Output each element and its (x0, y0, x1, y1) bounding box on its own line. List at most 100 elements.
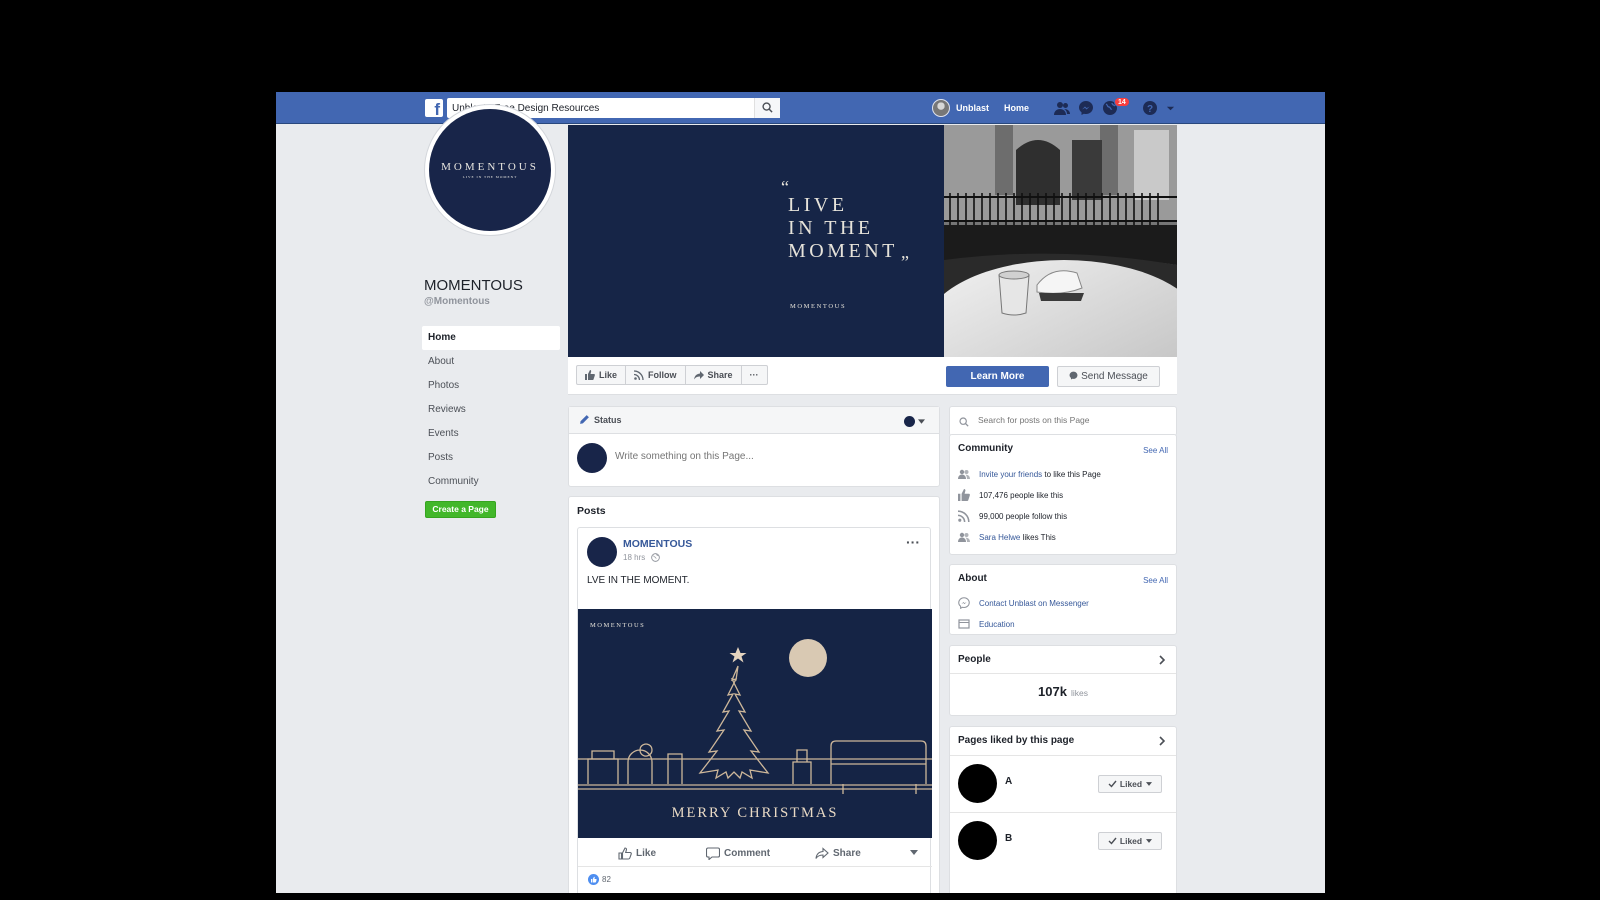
like-page-button[interactable]: Like (577, 366, 627, 384)
search-button[interactable] (754, 98, 780, 118)
nav-item-home[interactable]: Home (422, 326, 560, 350)
cover-photo-quote[interactable]: “ LIVE IN THE MOMENT ” MOMENTOUS (568, 125, 944, 357)
more-actions-button[interactable]: ··· (742, 366, 767, 384)
pencil-icon (580, 415, 589, 424)
thumbs-up-icon (958, 489, 970, 501)
follow-label: Follow (648, 370, 677, 380)
thumbs-up-icon (585, 370, 595, 380)
invite-friends-row: Invite your friends to like this Page (958, 468, 1101, 480)
contact-messenger-link[interactable]: Contact Unblast on Messenger (979, 599, 1089, 608)
posts-section: Posts MOMENTOUS 18 hrs ··· LVE IN THE MO… (568, 496, 940, 893)
page-post-search (949, 406, 1177, 436)
post-author[interactable]: MOMENTOUS (623, 538, 692, 550)
liked-page-name[interactable]: B (1005, 833, 1012, 844)
cover-photo-restaurant[interactable] (944, 125, 1177, 357)
nav-item-reviews[interactable]: Reviews (422, 398, 560, 422)
people-title[interactable]: People (958, 654, 991, 665)
liked-label: Liked (1119, 836, 1143, 846)
post-timestamp[interactable]: 18 hrs (623, 553, 661, 562)
composer-header: Status (569, 407, 939, 434)
liked-page-avatar[interactable] (958, 764, 997, 803)
profile-picture[interactable]: MOMENTOUS LIVE IN THE MOMENT (424, 104, 556, 236)
send-message-button[interactable]: Send Message (1057, 366, 1160, 387)
page-navigation: Home About Photos Reviews Events Posts C… (422, 326, 560, 494)
status-tab[interactable]: Status (579, 414, 622, 425)
top-navigation-bar: f Unblast Home 14 ? (276, 92, 1325, 124)
post-share-button[interactable]: Share (815, 847, 861, 860)
nav-item-photos[interactable]: Photos (422, 374, 560, 398)
page-handle[interactable]: @Momentous (424, 296, 490, 307)
invite-friends-link[interactable]: Invite your friends (979, 470, 1042, 479)
avatar (932, 99, 950, 117)
avatar[interactable] (587, 537, 617, 567)
page-action-bar: Like Follow Share ··· Learn More Send Me… (568, 357, 1177, 395)
post-image[interactable]: MOMENTOUS MERRY CHRISTMAS (578, 609, 932, 838)
restaurant-photo-illustration (944, 125, 1177, 357)
friend-name-link[interactable]: Sara Helwe (979, 533, 1020, 542)
rss-follow-icon (958, 510, 970, 522)
messenger-contact-row: Contact Unblast on Messenger (958, 597, 1089, 609)
post-as-selector[interactable] (904, 416, 925, 427)
post-card: MOMENTOUS 18 hrs ··· LVE IN THE MOMENT. … (577, 527, 932, 893)
facebook-page-window: f Unblast Home 14 ? MOMENTOUS LIVE IN TH… (276, 92, 1325, 893)
category-icon (958, 618, 970, 630)
share-options-chevron-down-icon[interactable] (910, 850, 918, 855)
pages-liked-card: Pages liked by this page A Liked B Liked (949, 726, 1177, 893)
about-see-all-link[interactable]: See All (1143, 576, 1168, 585)
friend-requests-icon[interactable] (1054, 100, 1070, 116)
friend-likes-text: likes This (1022, 532, 1056, 542)
nav-item-posts[interactable]: Posts (422, 446, 560, 470)
nav-item-about[interactable]: About (422, 350, 560, 374)
nav-item-events[interactable]: Events (422, 422, 560, 446)
follows-count-row: 99,000 people follow this (958, 510, 1067, 522)
share-arrow-icon (693, 371, 704, 380)
likes-count-row: 107,476 people like this (958, 489, 1063, 501)
liked-page-avatar[interactable] (958, 821, 997, 860)
home-link[interactable]: Home (1004, 103, 1029, 113)
post-reactions[interactable]: 82 (588, 874, 611, 885)
nav-item-community[interactable]: Community (422, 470, 560, 494)
write-post-input[interactable] (615, 451, 915, 462)
liked-page-name[interactable]: A (1005, 776, 1012, 787)
post-time-label: 18 hrs (623, 553, 646, 562)
chevron-right-icon[interactable] (1159, 655, 1166, 665)
post-like-button[interactable]: Like (618, 847, 656, 860)
create-page-button[interactable]: Create a Page (425, 501, 496, 518)
category-link[interactable]: Education (979, 620, 1015, 629)
facebook-logo-icon[interactable]: f (425, 99, 443, 117)
search-posts-input[interactable] (978, 415, 1168, 425)
user-name: Unblast (956, 103, 990, 113)
follow-button[interactable]: Follow (626, 366, 686, 384)
page-name[interactable]: MOMENTOUS (424, 277, 523, 294)
help-icon[interactable]: ? (1142, 100, 1158, 116)
account-menu-chevron-down-icon[interactable] (1166, 104, 1175, 113)
learn-more-button[interactable]: Learn More (946, 366, 1049, 387)
pages-liked-title[interactable]: Pages liked by this page (958, 735, 1074, 746)
notifications-badge: 14 (1114, 97, 1130, 107)
post-actions-bar: Like Comment Share (578, 841, 932, 867)
share-page-button[interactable]: Share (686, 366, 742, 384)
liked-toggle-button[interactable]: Liked (1098, 832, 1162, 850)
cover-line-3: MOMENT (788, 240, 898, 262)
post-text: LVE IN THE MOMENT. (587, 575, 690, 586)
public-globe-icon (651, 553, 661, 562)
share-label: Share (707, 370, 733, 380)
chevron-right-icon[interactable] (1159, 736, 1166, 746)
comment-button[interactable]: Comment (706, 847, 770, 860)
community-title: Community (958, 443, 1013, 454)
post-options-button[interactable]: ··· (906, 534, 920, 550)
status-label: Status (594, 414, 622, 425)
cover-quote-close: ” (901, 252, 909, 272)
svg-text:?: ? (1147, 104, 1153, 115)
messenger-icon (958, 597, 970, 609)
liked-toggle-button[interactable]: Liked (1098, 775, 1162, 793)
momentous-logo: MOMENTOUS LIVE IN THE MOMENT (429, 109, 551, 231)
messenger-icon[interactable] (1078, 100, 1094, 116)
profile-link[interactable]: Unblast (932, 99, 989, 117)
logo-title: MOMENTOUS (441, 161, 539, 173)
comment-label: Comment (724, 848, 771, 859)
community-see-all-link[interactable]: See All (1143, 446, 1168, 455)
liked-page-row: A Liked (950, 755, 1176, 810)
invite-friends-text: to like this Page (1044, 469, 1101, 479)
rss-follow-icon (634, 370, 644, 380)
